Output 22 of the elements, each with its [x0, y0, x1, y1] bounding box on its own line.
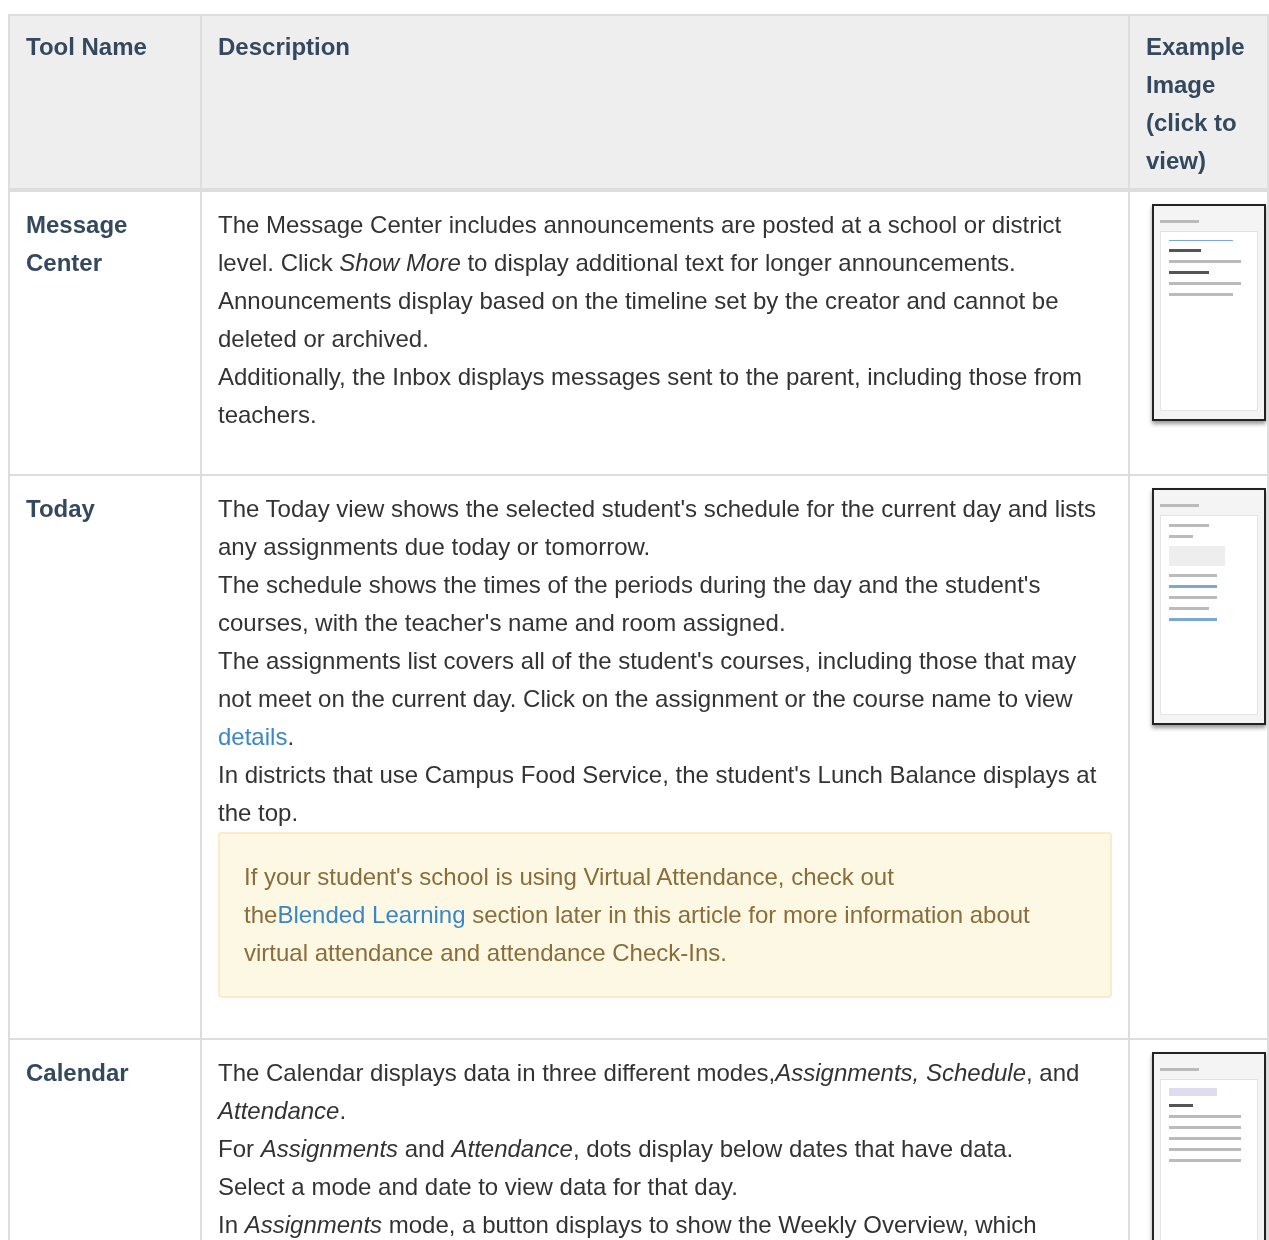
description-text: In districts that use Campus Food Service, the student's Lunch Balance displays at the top. — [218, 760, 1098, 828]
description-text: The assignments list covers all of the student's courses, including those that may not meet on the current day. Click on the assignment or the course name to view details. — [218, 646, 1078, 752]
link[interactable]: details — [218, 723, 288, 750]
column-header: Example Image (click to view) — [1146, 33, 1245, 174]
screenshot-thumbnail[interactable] — [1152, 488, 1266, 725]
description-text: Additionally, the Inbox displays messages sent to the parent, including those from teachers. — [218, 362, 1084, 430]
description-text: In Assignments mode, a button displays to show the Weekly Overview, which — [218, 1210, 1038, 1240]
screenshot-thumbnail[interactable] — [1152, 1052, 1266, 1240]
description-text: For Assignments and Attendance, dots display below dates that have data. — [218, 1134, 1015, 1164]
link[interactable]: Blended Learning — [277, 901, 466, 928]
description-text: Select a mode and date to view data for that day. — [218, 1172, 739, 1202]
tool-name: Calendar — [26, 1059, 129, 1086]
tool-name: Today — [26, 495, 95, 522]
screenshot-thumbnail[interactable] — [1152, 204, 1266, 421]
column-header: Description — [218, 33, 351, 60]
description-text: The Message Center includes announcements are posted at a school or district level. Click Show More to display additional text for longer announcements. Announcements display based on the timeline set by the creator and cannot be deleted or archived. — [218, 210, 1063, 354]
description-text: The schedule shows the times of the periods during the day and the student's courses, with the teacher's name and room assigned. — [218, 570, 1042, 638]
tool-name: Message Center — [26, 211, 128, 276]
description-text: The Today view shows the selected student's schedule for the current day and lists any assignments due today or tomorrow. — [218, 494, 1097, 562]
info-callout: If your student's school is using Virtual Attendance, check out theBlended Learning section later in this article for more information about virtual attendance and attendance Check-Ins. — [218, 832, 1112, 998]
description-text: The Calendar displays data in three different modes,Assignments, Schedule, and Attendance. — [218, 1058, 1081, 1126]
column-header: Tool Name — [26, 33, 147, 60]
